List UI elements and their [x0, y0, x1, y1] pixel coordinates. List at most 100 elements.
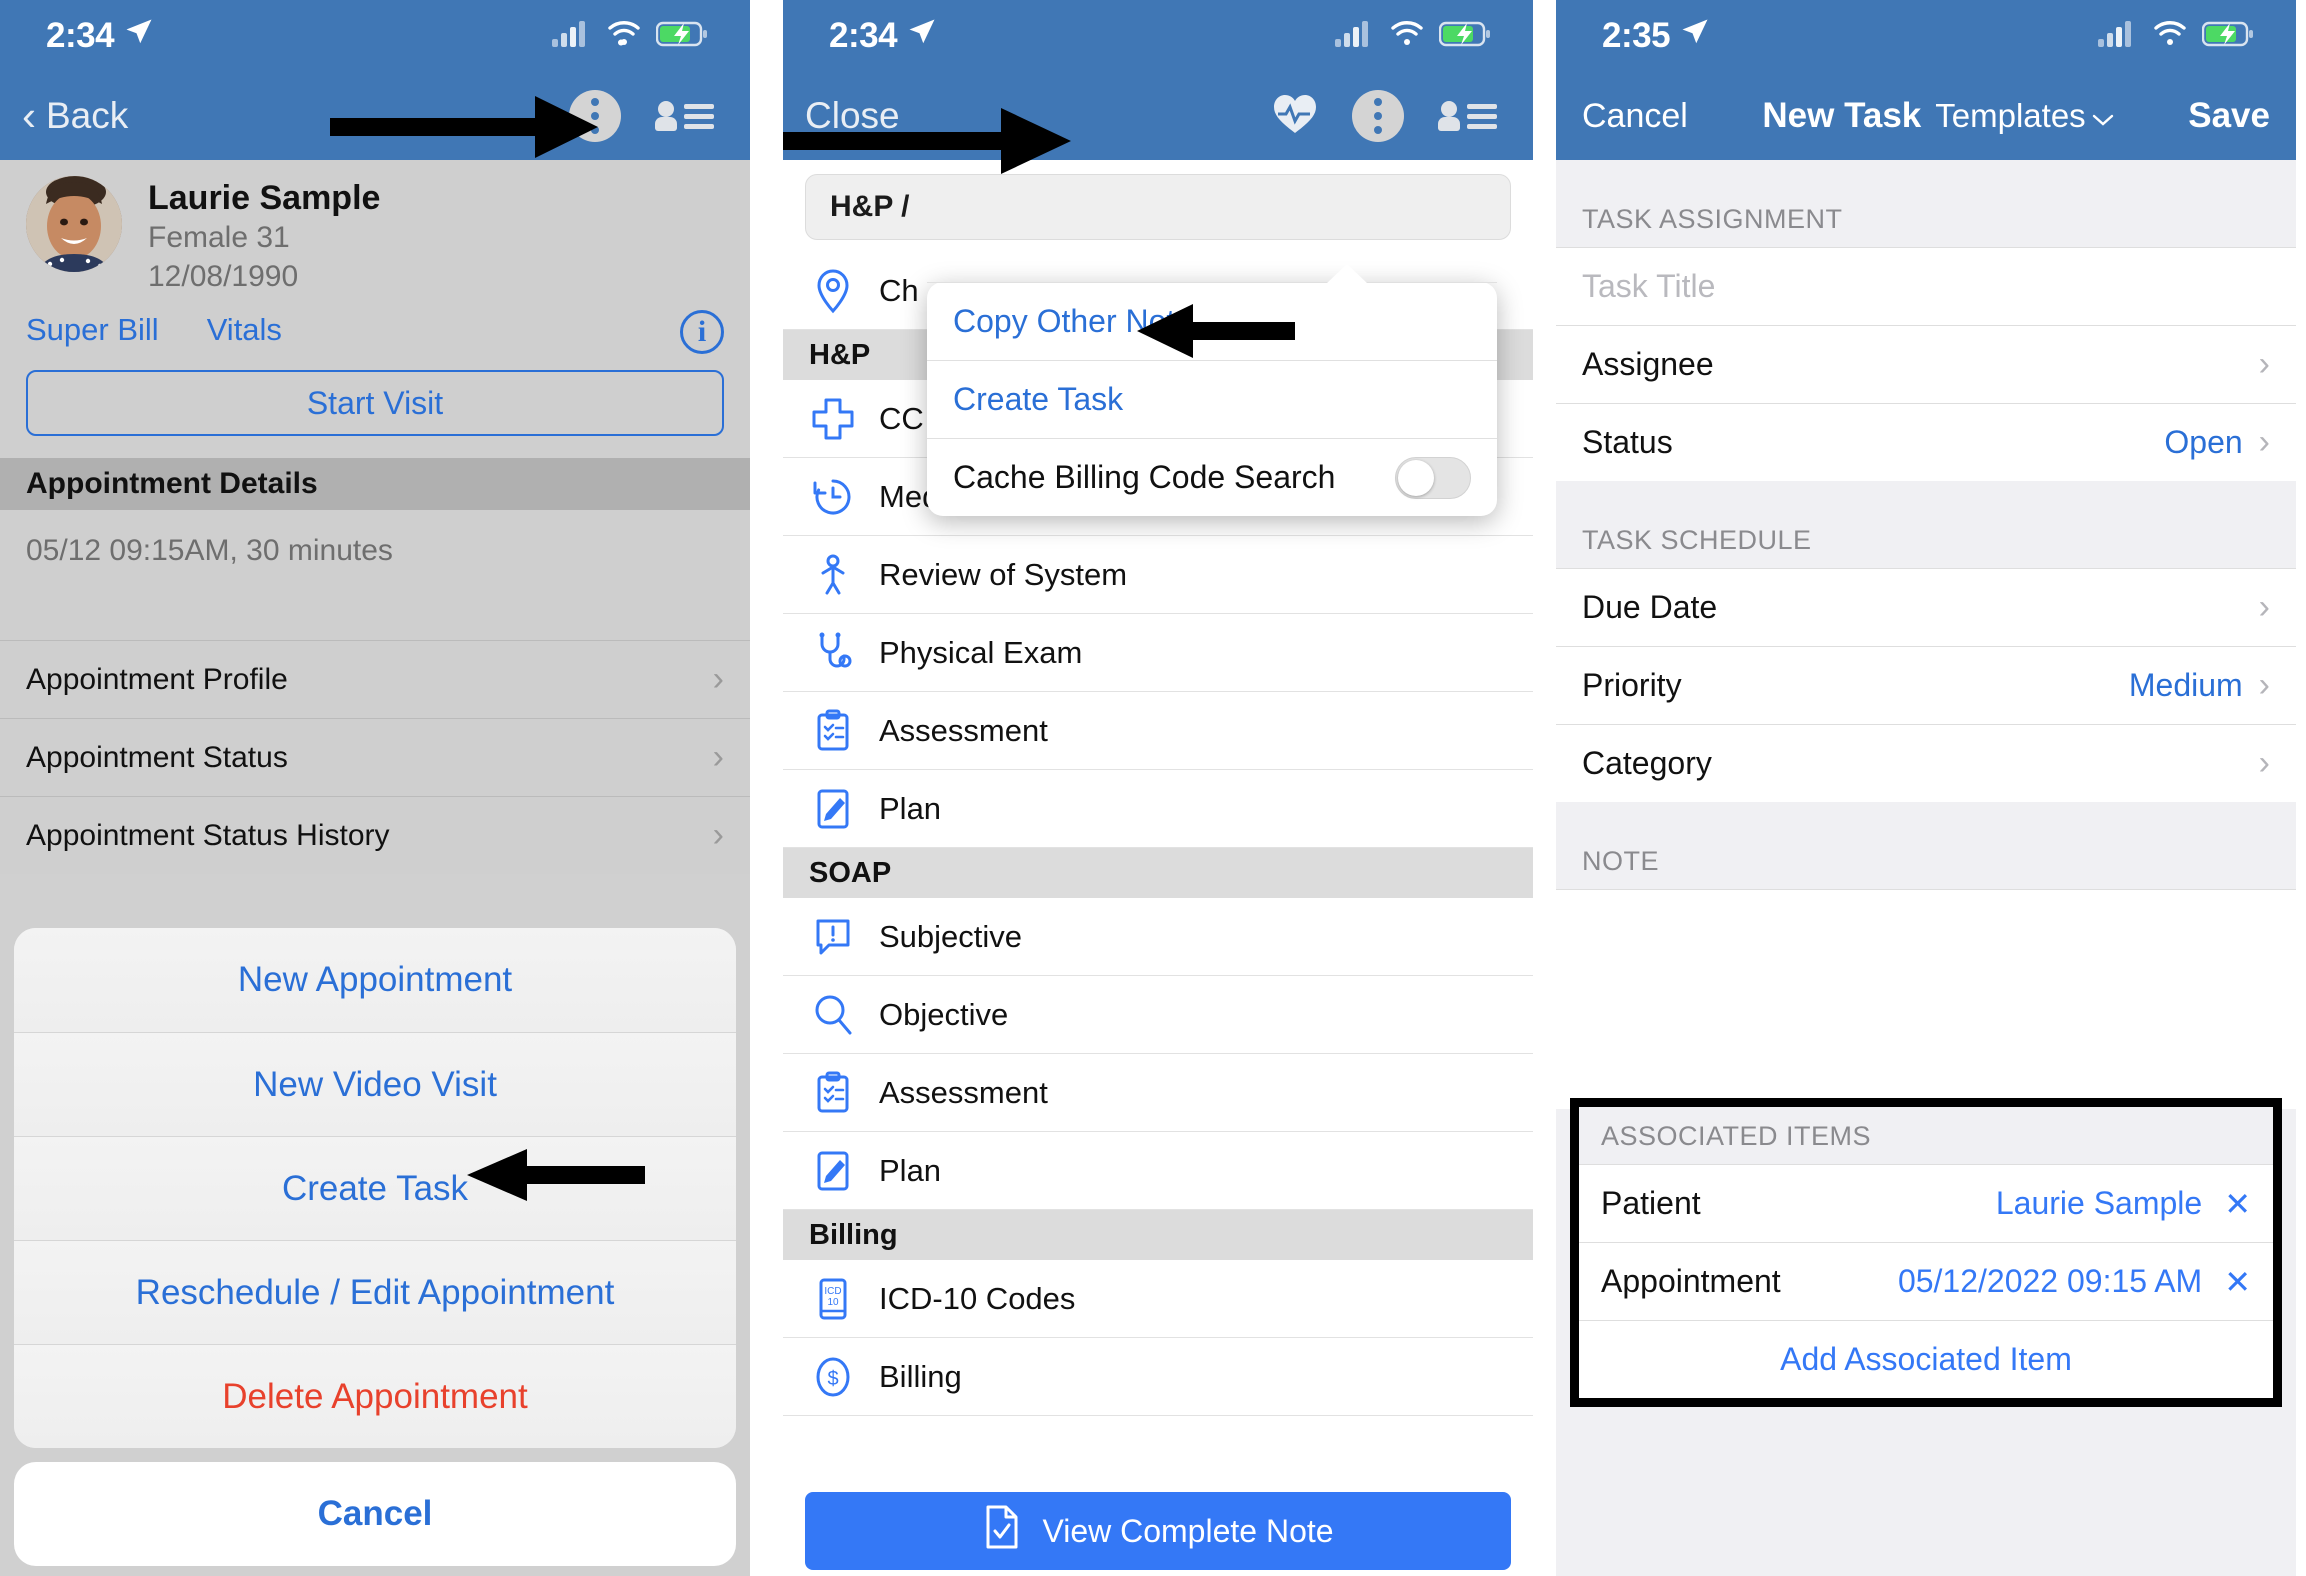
panel-note-sections: 2:34 Close H&P / Ch H&P CC Med Review of…: [783, 0, 1533, 1576]
cache-billing-toggle[interactable]: [1395, 456, 1471, 499]
note-row-physical-exam[interactable]: Physical Exam: [783, 614, 1533, 692]
status-time: 2:34: [829, 16, 898, 55]
section-label: ASSOCIATED ITEMS: [1601, 1121, 1872, 1151]
section-note: NOTE: [1556, 802, 2296, 889]
note-row-objective[interactable]: Objective: [783, 976, 1533, 1054]
start-visit-button[interactable]: Start Visit: [26, 370, 724, 437]
document-check-icon: [982, 1504, 1022, 1558]
note-row-icd10-codes[interactable]: ICD 10 ICD-10 Codes: [783, 1260, 1533, 1338]
appointment-when: 05/12 09:15AM, 30 minutes: [0, 510, 750, 641]
vitals-link[interactable]: Vitals: [207, 312, 282, 348]
battery-charging-icon: [655, 20, 708, 53]
note-row-billing[interactable]: $ Billing: [783, 1338, 1533, 1416]
appointment-when-text: 05/12 09:15AM, 30 minutes: [26, 534, 393, 568]
patient-dob: 12/08/1990: [148, 260, 299, 294]
location-arrow-icon: [907, 16, 937, 56]
action-cancel[interactable]: Cancel: [14, 1462, 736, 1566]
associated-row-appointment[interactable]: Appointment 05/12/2022 09:15 AM ✕: [1579, 1242, 2273, 1320]
stethoscope-icon: [809, 629, 857, 677]
cellular-signal-icon: [2098, 20, 2138, 53]
appointment-rows: Appointment Profile › Appointment Status…: [0, 640, 750, 875]
close-x-icon[interactable]: ✕: [2224, 1263, 2251, 1301]
panel-divider: [750, 0, 783, 1576]
group-header-billing: Billing: [783, 1210, 1533, 1260]
action-label: New Appointment: [237, 960, 513, 999]
note-textarea[interactable]: [1556, 889, 2296, 1109]
row-status[interactable]: Status Open ›: [1556, 403, 2296, 481]
row-label: Appointment: [1601, 1263, 1781, 1299]
task-title-field[interactable]: Task Title: [1556, 247, 2296, 325]
chevron-right-icon: ›: [712, 660, 724, 699]
note-row-assessment-soap[interactable]: Assessment: [783, 1054, 1533, 1132]
group-header-label: H&P: [809, 338, 871, 371]
row-label: Patient: [1601, 1185, 1701, 1221]
note-row-label: Plan: [879, 790, 942, 826]
row-appointment-status-history[interactable]: Appointment Status History ›: [0, 796, 750, 874]
associated-items-highlight: ASSOCIATED ITEMS Patient Laurie Sample ✕…: [1570, 1098, 2282, 1407]
three-panel-screenshot: 2:34 ‹ Back Laurie Sample Female 31 12/0…: [0, 0, 2306, 1576]
action-reschedule-edit-appointment[interactable]: Reschedule / Edit Appointment: [14, 1240, 736, 1344]
templates-button[interactable]: Templates: [1935, 97, 2113, 135]
patient-header: Laurie Sample Female 31 12/08/1990 Super…: [0, 160, 750, 459]
status-bar-right: [552, 20, 708, 53]
heart-vitals-icon[interactable]: [1272, 93, 1318, 140]
section-label: TASK ASSIGNMENT: [1582, 204, 1843, 234]
arrow-pointing-to-create-task-panel1: [465, 1145, 645, 1210]
more-options-icon[interactable]: [1352, 90, 1404, 142]
note-row-label: ICD-10 Codes: [879, 1280, 1076, 1316]
note-type-tab[interactable]: H&P /: [805, 174, 1511, 240]
associated-row-patient[interactable]: Patient Laurie Sample ✕: [1579, 1164, 2273, 1242]
magnifier-icon: [809, 991, 857, 1039]
patient-roster-icon[interactable]: [655, 101, 714, 131]
action-delete-appointment[interactable]: Delete Appointment: [14, 1344, 736, 1448]
arrow-pointing-to-create-task-popover: [1135, 302, 1295, 365]
appointment-details-title: Appointment Details: [26, 467, 318, 501]
popover-item-create-task[interactable]: Create Task: [927, 360, 1497, 438]
status-bar: 2:34: [783, 0, 1533, 72]
section-task-schedule: TASK SCHEDULE: [1556, 481, 2296, 568]
cellular-signal-icon: [552, 20, 592, 53]
group-header-label: SOAP: [809, 856, 892, 889]
note-row-label: Plan: [879, 1152, 942, 1188]
add-associated-item-button[interactable]: Add Associated Item: [1579, 1320, 2273, 1398]
row-priority[interactable]: Priority Medium ›: [1556, 646, 2296, 724]
note-row-label: Physical Exam: [879, 634, 1083, 670]
save-button[interactable]: Save: [2188, 96, 2270, 136]
action-new-appointment[interactable]: New Appointment: [14, 928, 736, 1032]
panel-new-task: 2:35 Cancel New Task Templates Save TASK…: [1556, 0, 2296, 1576]
status-time: 2:34: [46, 16, 115, 55]
start-visit-label: Start Visit: [306, 384, 444, 421]
note-row-review-of-system[interactable]: Review of System: [783, 536, 1533, 614]
clipboard-checklist-icon: [809, 707, 857, 755]
info-circle-icon[interactable]: i: [680, 310, 724, 355]
note-type-label: H&P /: [830, 190, 910, 223]
row-appointment-profile[interactable]: Appointment Profile ›: [0, 640, 750, 718]
popover-item-label: Cache Billing Code Search: [953, 459, 1336, 495]
super-bill-link[interactable]: Super Bill: [26, 312, 159, 348]
popover-caret: [1327, 264, 1367, 283]
chevron-right-icon: ›: [2258, 345, 2270, 383]
note-row-plan-soap[interactable]: Plan: [783, 1132, 1533, 1210]
note-row-assessment-hp[interactable]: Assessment: [783, 692, 1533, 770]
popover-item-cache-billing-code-search[interactable]: Cache Billing Code Search: [927, 438, 1497, 516]
patient-roster-icon[interactable]: [1438, 101, 1497, 131]
note-row-subjective[interactable]: Subjective: [783, 898, 1533, 976]
status-bar-left: 2:34: [46, 16, 154, 56]
note-row-plan-hp[interactable]: Plan: [783, 770, 1533, 848]
back-button[interactable]: ‹ Back: [22, 95, 128, 137]
status-bar: 2:35: [1556, 0, 2296, 72]
cancel-button[interactable]: Cancel: [1582, 97, 1688, 136]
patient-demographics: Female 31: [148, 221, 290, 255]
associated-patient-value: Laurie Sample: [1995, 1185, 2203, 1221]
view-complete-note-button[interactable]: View Complete Note: [805, 1492, 1511, 1570]
row-appointment-status[interactable]: Appointment Status ›: [0, 718, 750, 796]
close-x-icon[interactable]: ✕: [2224, 1185, 2251, 1223]
status-value: Open: [2164, 424, 2243, 460]
pen-note-icon: [809, 785, 857, 833]
row-due-date[interactable]: Due Date ›: [1556, 568, 2296, 646]
location-arrow-icon: [1680, 16, 1710, 56]
chevron-down-icon: [2092, 97, 2114, 135]
action-new-video-visit[interactable]: New Video Visit: [14, 1032, 736, 1136]
row-assignee[interactable]: Assignee ›: [1556, 325, 2296, 403]
row-category[interactable]: Category ›: [1556, 724, 2296, 802]
